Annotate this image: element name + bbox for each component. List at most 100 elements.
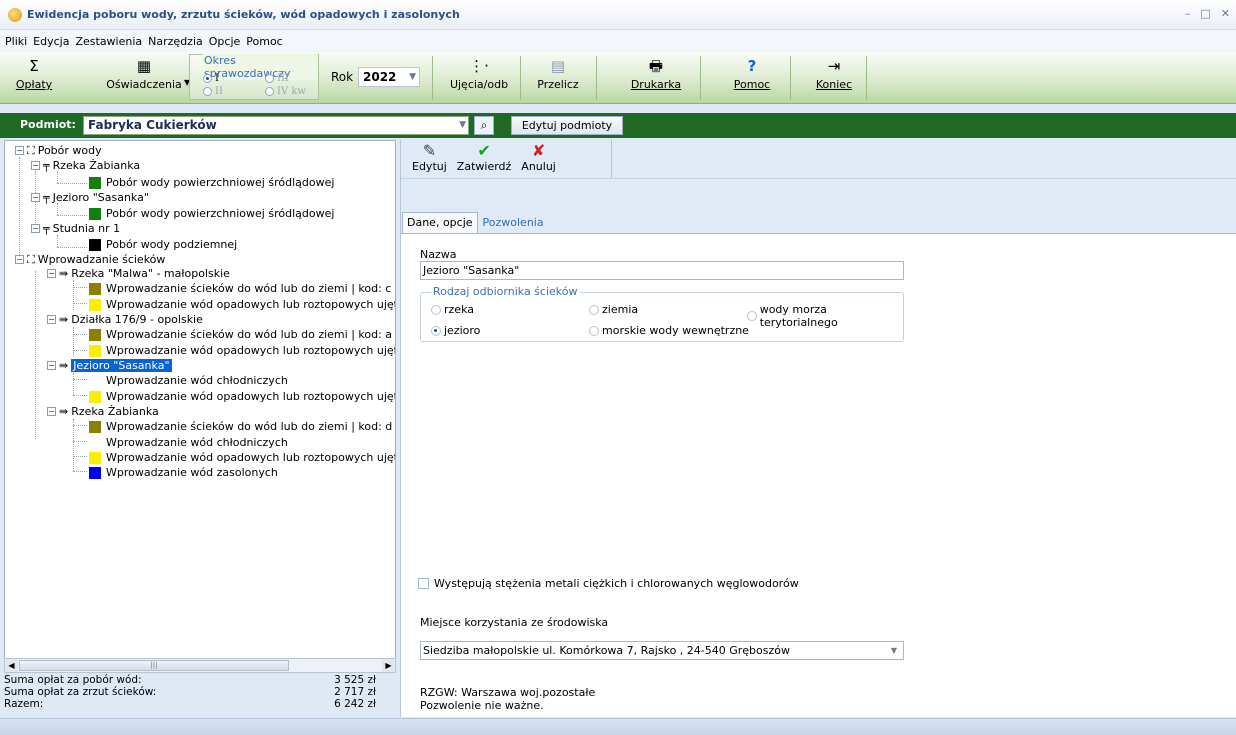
minimize-button[interactable]: – [1185,7,1191,20]
yellow-square-icon [89,344,101,357]
details-panel: ✎ Edytuj ✔ Zatwierdź ✘ Anuluj Dane, opcj… [400,140,1236,717]
tree-item-rzeka-zabianka-wpr[interactable]: − ⇛ Rzeka Żabianka [47,404,159,419]
radio-icon [265,74,274,83]
ujecia-button[interactable]: ⋮· Ujęcia/odb [442,56,516,100]
rok-select[interactable]: 2022 ▼ [358,67,420,87]
outlet-icon: ⇛ [59,405,69,418]
radio-icon [431,304,441,315]
tab-pozwolenia[interactable]: Pozwolenia [478,212,549,234]
tree-item-wprowadzanie-chlodniczych[interactable]: Wprowadzanie wód chłodniczych [89,435,288,450]
tree-item-wprowadzanie-opadowych[interactable]: Wprowadzanie wód opadowych lub roztopowy… [89,343,395,358]
option-wody-morza[interactable]: wody morza terytorialnego [747,303,903,329]
radio-icon [589,304,599,315]
tap-icon: ╤ [43,222,50,235]
tree-item-wprowadzanie-opadowych[interactable]: Wprowadzanie wód opadowych lub roztopowy… [89,450,395,465]
anuluj-button[interactable]: ✘ Anuluj [518,140,559,178]
okres-option-iv[interactable]: IV kw [265,86,306,97]
window-title: Ewidencja poboru wody, zrzutu ścieków, w… [27,8,460,21]
yellow-square-icon [89,390,101,403]
collapse-icon[interactable]: − [15,255,24,264]
tree-panel: − ⛶ Pobór wody − ╤ Rzeka Żabianka Pobór … [4,140,396,660]
tree-item-wprowadzanie-sciekow-a[interactable]: Wprowadzanie ścieków do wód lub do ziemi… [89,327,392,342]
menu-pomoc[interactable]: Pomoc [246,35,282,48]
tree-item-pobor-podziemnej[interactable]: Pobór wody podziemnej [89,237,237,252]
tree-item-wprowadzanie-chlodniczych[interactable]: Wprowadzanie wód chłodniczych [89,373,288,388]
menu-pliki[interactable]: Pliki [5,35,27,48]
tree-item-rzeka-zabianka[interactable]: − ╤ Rzeka Żabianka [31,158,140,173]
tree-item-wprowadzanie-sciekow[interactable]: − ⛶ Wprowadzanie ścieków [15,252,165,267]
sums-panel: Suma opłat za pobór wód: 3 525 zł Suma o… [4,674,396,710]
close-button[interactable]: ✕ [1221,7,1230,20]
tree-item-dzialka[interactable]: − ⇛ Działka 176/9 - opolskie [47,312,203,327]
tree-item-wprowadzanie-opadowych[interactable]: Wprowadzanie wód opadowych lub roztopowy… [89,389,395,404]
metale-checkbox[interactable]: Występują stężenia metali ciężkich i chl… [418,577,799,590]
tree-item-rzeka-malwa[interactable]: − ⇛ Rzeka "Malwa" - małopolskie [47,266,230,281]
podmiot-bar: Podmiot: Fabryka Cukierków ▼ ⌕ Edytuj po… [0,113,1236,138]
maximize-button[interactable]: □ [1200,7,1210,20]
collapse-icon[interactable]: − [47,361,56,370]
title-bar: Ewidencja poboru wody, zrzutu ścieków, w… [0,0,1236,30]
printer-icon: 🖶 [648,57,664,75]
oswiadczenia-button[interactable]: ▦ Oświadczenia [104,56,184,100]
tree-item-studnia[interactable]: − ╤ Studnia nr 1 [31,221,120,236]
tab-dane-opcje[interactable]: Dane, opcje [402,212,478,234]
edytuj-button[interactable]: ✎ Edytuj [409,140,450,178]
podmiot-select[interactable]: Fabryka Cukierków ▼ [83,116,469,135]
scroll-right-icon[interactable]: ▶ [382,659,395,672]
collapse-icon[interactable]: − [31,193,40,202]
okres-group: Okres sprawozdawczy I II III IV kw [189,54,319,100]
tree-item-wprowadzanie-sciekow-d[interactable]: Wprowadzanie ścieków do wód lub do ziemi… [89,419,392,434]
outlet-icon: ⇛ [59,359,69,372]
tree-item-wprowadzanie-opadowych[interactable]: Wprowadzanie wód opadowych lub roztopowy… [89,297,395,312]
okres-label: Okres sprawozdawczy [202,54,318,80]
collapse-icon[interactable]: − [31,224,40,233]
tree-item-pobor-powierzchniowej[interactable]: Pobór wody powierzchniowej śródlądowej [89,206,334,221]
miejsce-select[interactable]: Siedziba małopolskie ul. Komórkowa 7, Ra… [420,641,904,660]
outlet-icon: ⇛ [59,313,69,326]
radio-icon [203,74,212,83]
horizontal-scrollbar[interactable]: ◀ ||| ▶ [4,658,396,673]
sum-row: Suma opłat za zrzut ścieków: 2 717 zł [4,686,376,698]
scroll-left-icon[interactable]: ◀ [5,659,18,672]
okres-option-iii[interactable]: III [265,73,289,84]
green-square-icon [89,176,101,189]
nazwa-input[interactable]: Jezioro "Sasanka" [420,261,904,280]
oplaty-button[interactable]: Σ Opłaty [14,56,54,100]
menu-opcje[interactable]: Opcje [209,35,241,48]
collapse-icon[interactable]: − [31,161,40,170]
option-ziemia[interactable]: ziemia [589,303,638,316]
koniec-button[interactable]: ⇥ Koniec [806,56,862,100]
black-square-icon [89,238,101,251]
window-controls: – □ ✕ [1185,7,1230,20]
collapse-icon[interactable]: − [47,315,56,324]
collapse-icon[interactable]: − [47,407,56,416]
rodzaj-label: Rodzaj odbiornika ścieków [431,285,580,298]
tree-item-wprowadzanie-sciekow-c[interactable]: Wprowadzanie ścieków do wód lub do ziemi… [89,281,391,296]
option-rzeka[interactable]: rzeka [431,303,474,316]
option-morskie-wody[interactable]: morskie wody wewnętrzne [589,324,749,337]
menu-edycja[interactable]: Edycja [33,35,69,48]
pozwolenie-text: Pozwolenie nie ważne. [420,699,544,712]
tree-item-pobor-powierzchniowej[interactable]: Pobór wody powierzchniowej śródlądowej [89,175,334,190]
menu-zestawienia[interactable]: Zestawienia [75,35,142,48]
edytuj-podmioty-button[interactable]: Edytuj podmioty [511,116,623,135]
przelicz-button[interactable]: ▤ Przelicz [528,56,588,100]
olive-square-icon [89,328,101,341]
tree-item-jezioro-sasanka-selected[interactable]: − ⇛ Jezioro "Sasanka" [47,358,172,373]
okres-option-i[interactable]: I [203,73,219,84]
tree-item-jezioro-sasanka-pobor[interactable]: − ╤ Jezioro "Sasanka" [31,190,149,205]
collapse-icon[interactable]: − [47,269,56,278]
tree-item-wprowadzanie-zasolonych[interactable]: Wprowadzanie wód zasolonych [89,465,278,480]
edit-toolbar: ✎ Edytuj ✔ Zatwierdź ✘ Anuluj [401,140,613,178]
drukarka-button[interactable]: 🖶 Drukarka [616,56,696,100]
scroll-thumb[interactable]: ||| [19,660,289,671]
collapse-icon[interactable]: − [15,146,24,155]
search-icon[interactable]: ⌕ [474,116,494,135]
tree-item-pobor-wody[interactable]: − ⛶ Pobór wody [15,143,102,158]
zatwierdz-button[interactable]: ✔ Zatwierdź [454,140,515,178]
option-jezioro[interactable]: jezioro [431,324,480,337]
okres-option-ii[interactable]: II [203,86,223,97]
menu-bar: Pliki Edycja Zestawienia Narzędzia Opcje… [0,30,1236,52]
menu-narzedzia[interactable]: Narzędzia [148,35,203,48]
pomoc-button[interactable]: ? Pomoc [722,56,782,100]
